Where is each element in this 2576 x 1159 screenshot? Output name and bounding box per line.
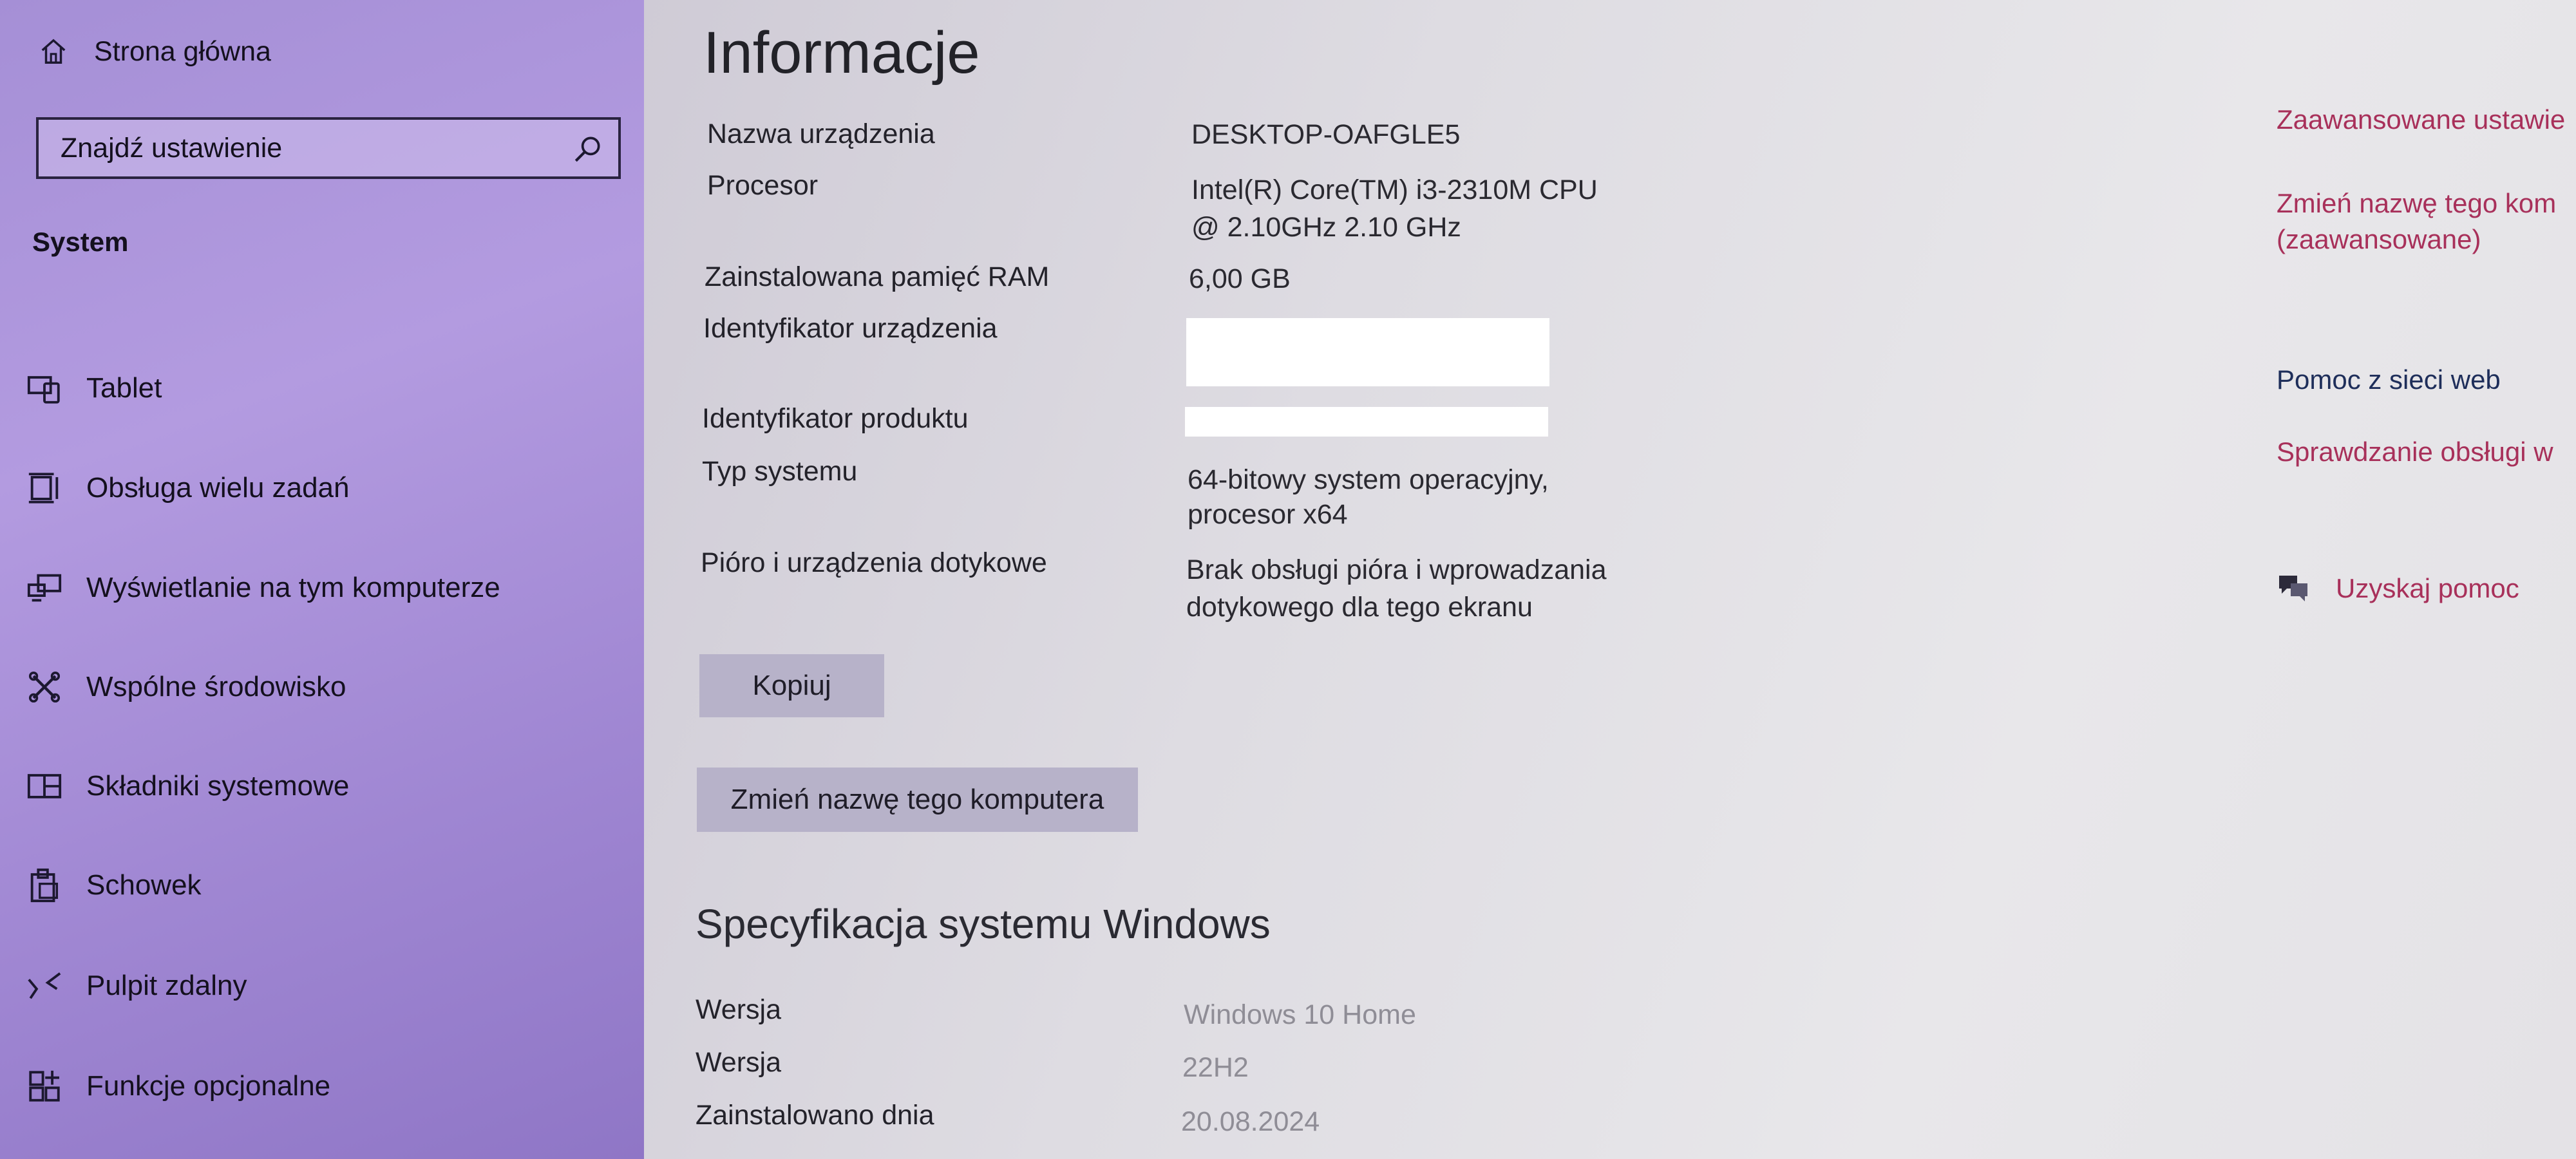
sidebar-item-label: Składniki systemowe	[86, 770, 350, 802]
processor-value-line1: Intel(R) Core(TM) i3-2310M CPU	[1191, 174, 1598, 205]
optional-features-icon	[29, 1070, 60, 1102]
pen-touch-line2: dotykowego dla tego ekranu	[1186, 592, 1533, 623]
rename-advanced-link-line2[interactable]: (zaawansowane)	[2277, 224, 2481, 255]
device-id-redacted	[1186, 318, 1549, 386]
search-placeholder: Znajdź ustawienie	[61, 132, 283, 164]
version-value: 22H2	[1182, 1052, 1249, 1083]
search-icon[interactable]	[572, 133, 604, 165]
help-chat-icon	[2279, 576, 2307, 601]
web-help-title: Pomoc z sieci web	[2277, 364, 2501, 395]
pen-touch-label: Pióro i urządzenia dotykowe	[701, 547, 1047, 578]
sidebar-item-remote-desktop[interactable]: Pulpit zdalny	[26, 963, 247, 1008]
device-name-label: Nazwa urządzenia	[707, 118, 935, 149]
installed-label: Zainstalowano dnia	[696, 1100, 934, 1131]
clipboard-icon	[30, 868, 59, 903]
sidebar-item-label: Wspólne środowisko	[86, 671, 346, 702]
system-type-line2: procesor x64	[1188, 499, 1348, 530]
sidebar-item-project[interactable]: Wyświetlanie na tym komputerze	[26, 565, 500, 610]
system-type-line1: 64-bitowy system operacyjny,	[1188, 464, 1549, 495]
sidebar-item-system-components[interactable]: Składniki systemowe	[26, 764, 349, 809]
remote-desktop-icon	[28, 972, 61, 999]
home-link[interactable]: Strona główna	[39, 35, 271, 68]
search-input[interactable]: Znajdź ustawienie	[36, 117, 621, 179]
product-id-label: Identyfikator produktu	[702, 403, 969, 434]
ram-value: 6,00 GB	[1189, 263, 1291, 294]
copy-button[interactable]: Kopiuj	[699, 654, 884, 717]
multitasking-icon	[28, 473, 59, 504]
system-type-label: Typ systemu	[702, 456, 858, 487]
processor-label: Procesor	[707, 170, 819, 201]
home-icon	[41, 39, 66, 64]
version-label: Wersja	[696, 1047, 782, 1078]
rename-advanced-link-line1[interactable]: Zmień nazwę tego kom	[2277, 188, 2556, 219]
tablet-icon	[27, 376, 60, 404]
shared-experiences-icon	[28, 671, 61, 703]
sidebar: Strona główna Znajdź ustawienie System T…	[0, 0, 644, 1159]
advanced-settings-link[interactable]: Zaawansowane ustawie	[2277, 104, 2565, 135]
get-help-link[interactable]: Uzyskaj pomoc	[2275, 572, 2519, 605]
processor-value-line2: @ 2.10GHz 2.10 GHz	[1191, 212, 1461, 243]
windows-spec-title: Specyfikacja systemu Windows	[696, 901, 1271, 947]
sidebar-item-shared-experiences[interactable]: Wspólne środowisko	[26, 664, 346, 710]
home-label: Strona główna	[94, 35, 271, 67]
sidebar-item-label: Obsługa wielu zadań	[86, 472, 350, 504]
product-id-redacted	[1185, 407, 1548, 437]
section-title: System	[32, 227, 129, 257]
sidebar-item-optional-features[interactable]: Funkcje opcjonalne	[26, 1064, 330, 1109]
project-icon	[27, 574, 62, 602]
sidebar-item-label: Tablet	[86, 372, 162, 404]
pen-touch-line1: Brak obsługi pióra i wprowadzania	[1186, 554, 1607, 585]
sidebar-item-multitasking[interactable]: Obsługa wielu zadań	[26, 466, 349, 511]
device-id-label: Identyfikator urządzenia	[703, 313, 998, 344]
ram-label: Zainstalowana pamięć RAM	[705, 261, 1050, 292]
sidebar-item-clipboard[interactable]: Schowek	[26, 863, 202, 908]
main-content: Informacje Nazwa urządzenia DESKTOP-OAFG…	[644, 0, 2576, 1159]
sidebar-item-label: Wyświetlanie na tym komputerze	[86, 572, 500, 603]
sidebar-item-label: Funkcje opcjonalne	[86, 1070, 331, 1102]
page-title: Informacje	[703, 20, 980, 86]
rename-pc-button[interactable]: Zmień nazwę tego komputera	[697, 768, 1138, 832]
sidebar-item-label: Pulpit zdalny	[86, 970, 247, 1001]
sidebar-item-label: Schowek	[86, 869, 202, 901]
edition-value: Windows 10 Home	[1184, 999, 1416, 1030]
sidebar-item-tablet[interactable]: Tablet	[26, 366, 162, 411]
check-support-link[interactable]: Sprawdzanie obsługi w	[2277, 437, 2553, 467]
installed-value: 20.08.2024	[1181, 1106, 1320, 1137]
get-help-label: Uzyskaj pomoc	[2336, 573, 2519, 603]
system-components-icon	[27, 774, 62, 798]
device-name-value: DESKTOP-OAFGLE5	[1191, 119, 1461, 150]
edition-label: Wersja	[696, 994, 782, 1025]
